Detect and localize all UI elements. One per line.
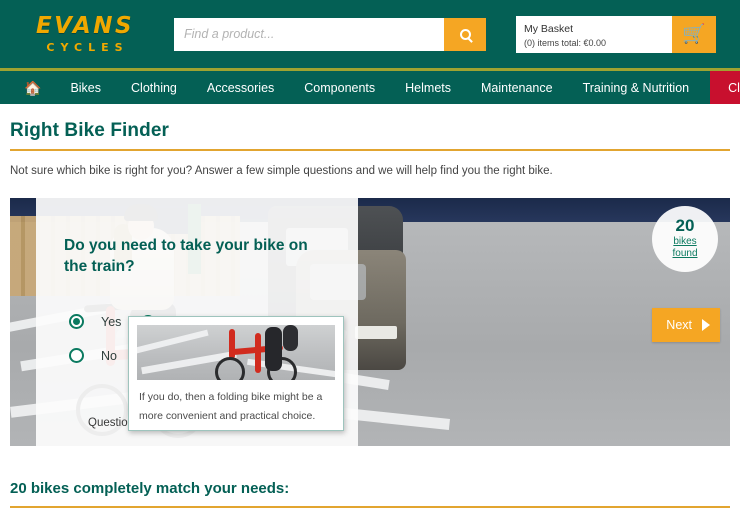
nav-label: Bikes [70, 80, 102, 95]
nav-item-home[interactable]: 🏠 [14, 71, 55, 104]
nav-label: Accessories [206, 80, 275, 95]
nav-item-maintenance[interactable]: Maintenance [466, 71, 568, 104]
nav-item-clearance[interactable]: Clearance [710, 71, 740, 104]
question-text: Do you need to take your bike on the tra… [64, 237, 308, 275]
nav-label: Components [304, 80, 376, 95]
results-divider [10, 506, 730, 508]
main-navigation: 🏠 Bikes Clothing Accessories Components … [0, 71, 740, 104]
basket-title: My Basket [524, 23, 574, 36]
nav-item-components[interactable]: Components [289, 71, 390, 104]
basket-total: (0) items total: €0.00 [524, 37, 607, 48]
nav-item-helmets[interactable]: Helmets [390, 71, 466, 104]
bike-finder-widget: Next 20 bikes found Do you need to take … [10, 198, 730, 446]
nav-item-bikes[interactable]: Bikes [55, 71, 116, 104]
next-button-label: Next [666, 318, 692, 332]
next-question-button[interactable]: Next [652, 308, 720, 342]
page-body: Right Bike Finder Not sure which bike is… [0, 104, 740, 508]
shopping-cart-icon: 🛒 [682, 23, 706, 45]
bikes-found-badge[interactable]: 20 bikes found [652, 206, 718, 272]
answer-label-no: No [101, 348, 117, 363]
nav-label: Clearance [728, 80, 740, 95]
product-search [174, 17, 486, 51]
nav-item-training-nutrition[interactable]: Training & Nutrition [568, 71, 705, 104]
basket-summary[interactable]: My Basket (0) items total: €0.00 🛒 [516, 15, 716, 53]
tooltip-text: If you do, then a folding bike might be … [139, 391, 323, 423]
basket-icon-button[interactable]: 🛒 [672, 15, 716, 53]
title-divider [10, 149, 730, 151]
chevron-right-icon [702, 319, 710, 331]
nav-label: Helmets [405, 80, 451, 95]
info-tooltip: If you do, then a folding bike might be … [128, 316, 344, 431]
nav-label: Maintenance [481, 80, 553, 95]
logo-secondary-text: CYCLES [46, 41, 129, 54]
site-logo[interactable]: EVANS CYCLES [20, 13, 150, 54]
nav-label: Training & Nutrition [582, 80, 690, 95]
results-heading: 20 bikes completely match your needs: [10, 480, 290, 497]
answer-label-yes: Yes [101, 314, 122, 329]
nav-item-accessories[interactable]: Accessories [192, 71, 289, 104]
nav-label: Clothing [131, 80, 177, 95]
search-input[interactable] [174, 17, 444, 51]
search-button[interactable] [444, 17, 486, 51]
nav-item-clothing[interactable]: Clothing [116, 71, 192, 104]
radio-yes[interactable] [69, 314, 84, 330]
bikes-found-count: 20 [675, 216, 695, 236]
search-icon [459, 28, 471, 40]
radio-no[interactable] [69, 348, 84, 364]
tooltip-image [137, 325, 335, 380]
bikes-found-label-line1: bikes [673, 235, 697, 247]
bikes-found-label-line2: found [672, 248, 698, 260]
page-intro-text: Not sure which bike is right for you? An… [10, 165, 553, 177]
page-title: Right Bike Finder [10, 120, 169, 141]
site-header: EVANS CYCLES My Basket (0) items total: … [0, 0, 740, 68]
basket-info: My Basket (0) items total: €0.00 [516, 15, 672, 53]
logo-primary-text: EVANS [35, 13, 135, 39]
home-icon: 🏠 [24, 79, 42, 96]
